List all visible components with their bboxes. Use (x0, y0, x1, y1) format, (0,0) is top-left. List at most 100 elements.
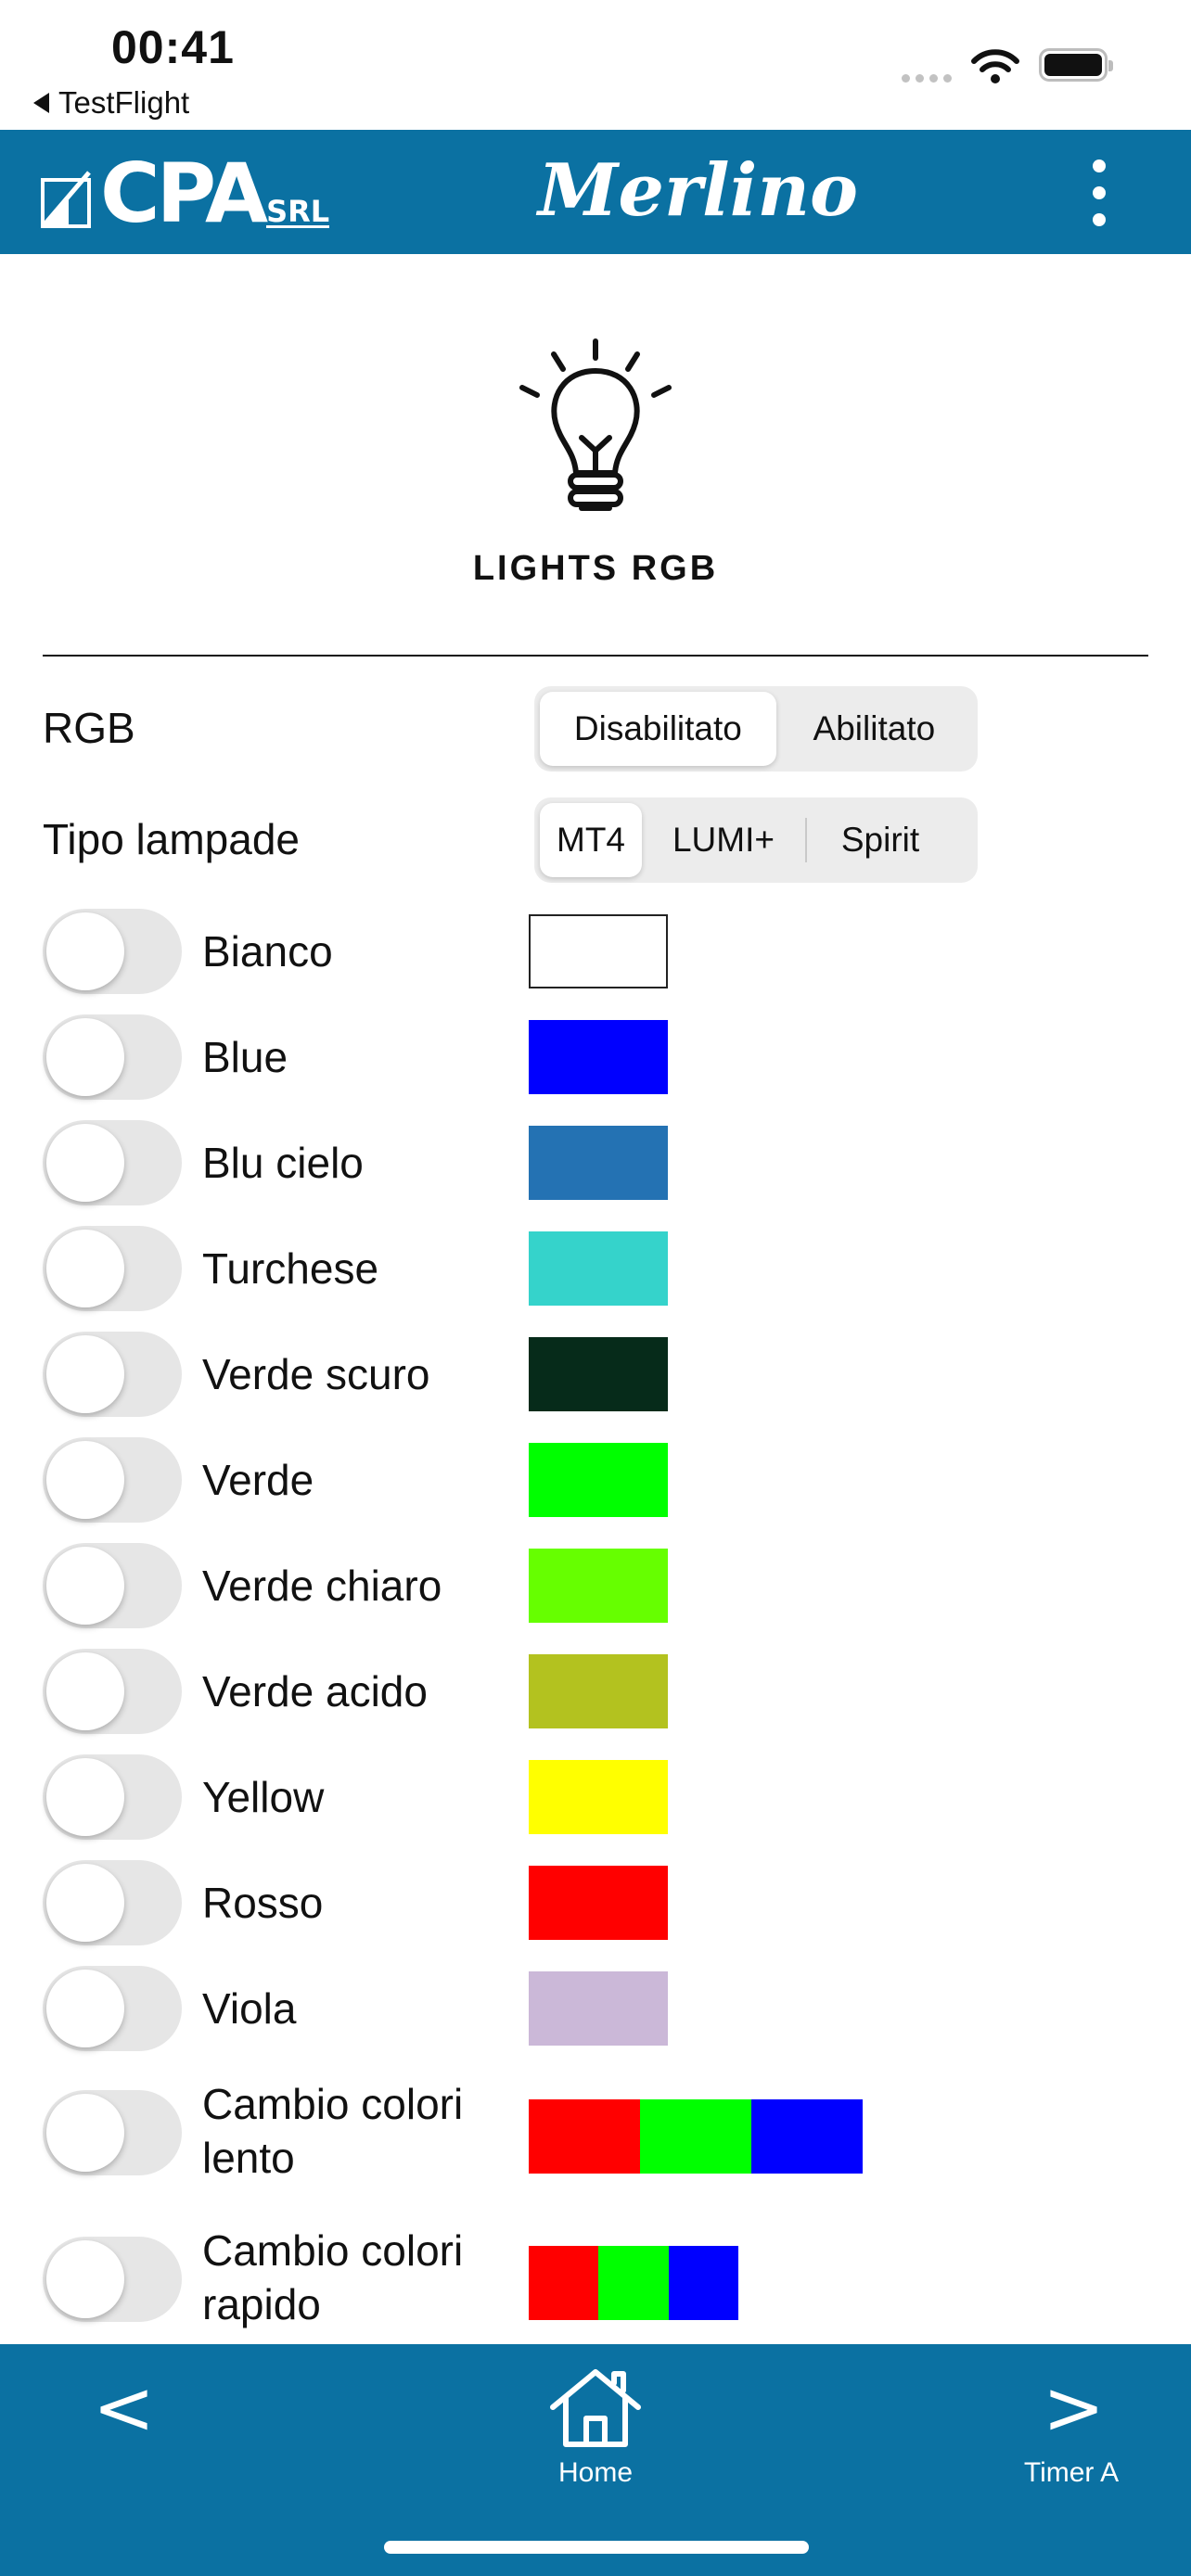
color-name: Blue (202, 1033, 288, 1081)
company-logo-suffix: SRL (266, 194, 330, 229)
lamp-type-label: Tipo lampade (43, 815, 301, 863)
color-name: Cambio colori lento (202, 2080, 464, 2182)
toggle-knob (46, 1230, 124, 1307)
swatch-segment (531, 916, 666, 987)
rgb-option-disabled[interactable]: Disabilitato (540, 692, 776, 766)
color-name: Cambio colori rapido (202, 2226, 464, 2328)
home-indicator (384, 2541, 809, 2554)
cellular-signal-icon (902, 74, 952, 83)
toggle-switch[interactable] (43, 1014, 182, 1100)
color-name: Viola (202, 1984, 297, 2033)
battery-icon (1039, 48, 1113, 82)
color-name: Blu cielo (202, 1139, 364, 1187)
color-swatch (529, 914, 668, 988)
color-swatch (529, 1337, 668, 1411)
kebab-menu-icon[interactable] (1085, 159, 1113, 226)
toggle-switch[interactable] (43, 1754, 182, 1840)
swatch-segment (529, 1020, 668, 1094)
back-triangle-icon (33, 93, 49, 113)
swatch-segment (598, 2246, 669, 2320)
toggle-knob (46, 1018, 124, 1096)
color-swatch (529, 1126, 668, 1200)
toggle-switch[interactable] (43, 1437, 182, 1523)
color-swatch (529, 2099, 863, 2174)
app-name: Merlino (538, 148, 859, 233)
lamp-type-segmented-control: MT4 LUMI+ Spirit (534, 797, 978, 883)
rgb-label: RGB (43, 704, 135, 752)
toggle-switch[interactable] (43, 1332, 182, 1417)
app-header: CPA SRL Merlino (0, 130, 1191, 254)
lamp-option-lumi[interactable]: LUMI+ (642, 803, 805, 877)
color-name: Rosso (202, 1879, 324, 1927)
toggle-knob (46, 1441, 124, 1519)
toggle-knob (46, 1124, 124, 1202)
swatch-segment (529, 2099, 640, 2174)
color-swatch (529, 2246, 738, 2320)
toggle-knob (46, 1335, 124, 1413)
color-swatch (529, 1443, 668, 1517)
toggle-switch[interactable] (43, 909, 182, 994)
toggle-switch[interactable] (43, 1860, 182, 1945)
color-swatch (529, 1231, 668, 1306)
next-button[interactable]: > (1043, 2366, 1105, 2450)
rgb-option-enabled[interactable]: Abilitato (776, 692, 972, 766)
previous-button[interactable]: < (93, 2366, 155, 2450)
color-name: Verde scuro (202, 1350, 430, 1398)
swatch-segment (529, 1866, 668, 1940)
toggle-switch[interactable] (43, 1226, 182, 1311)
logo-mark-icon (41, 171, 91, 228)
color-name: Verde acido (202, 1667, 428, 1715)
color-swatch (529, 1760, 668, 1834)
color-swatch (529, 1971, 668, 2046)
back-app-label: TestFlight (58, 85, 190, 120)
color-swatch (529, 1549, 668, 1623)
back-to-app-link[interactable]: TestFlight (33, 85, 189, 121)
rgb-segmented-control: Disabilitato Abilitato (534, 686, 978, 772)
toggle-switch[interactable] (43, 2237, 182, 2322)
next-caption[interactable]: Timer A (992, 2457, 1150, 2489)
home-icon[interactable] (540, 2363, 651, 2452)
toggle-knob (46, 1864, 124, 1942)
color-swatch (529, 1654, 668, 1728)
swatch-segment (529, 1971, 668, 2046)
swatch-segment (529, 1337, 668, 1411)
color-swatch (529, 1020, 668, 1094)
swatch-segment (751, 2099, 863, 2174)
color-name: Verde (202, 1456, 314, 1504)
light-bulb-icon (519, 338, 672, 511)
lamp-option-mt4[interactable]: MT4 (540, 803, 642, 877)
toggle-switch[interactable] (43, 2090, 182, 2175)
swatch-segment (669, 2246, 738, 2320)
status-bar: 00:41 TestFlight (0, 0, 1191, 130)
page-title: LIGHTS RGB (472, 549, 719, 588)
swatch-segment (529, 1443, 668, 1517)
wifi-icon (971, 49, 1019, 83)
swatch-segment (529, 2246, 598, 2320)
toggle-knob (46, 2094, 124, 2172)
toggle-knob (46, 1652, 124, 1730)
color-name: Yellow (202, 1773, 325, 1821)
toggle-switch[interactable] (43, 1120, 182, 1205)
status-time: 00:41 (111, 21, 235, 73)
toggle-switch[interactable] (43, 1966, 182, 2051)
color-swatch (529, 1866, 668, 1940)
color-name: Bianco (202, 927, 333, 976)
divider (43, 655, 1148, 657)
toggle-switch[interactable] (43, 1649, 182, 1734)
toggle-knob (46, 1547, 124, 1625)
swatch-segment (529, 1231, 668, 1306)
swatch-segment (529, 1760, 668, 1834)
toggle-knob (46, 2240, 124, 2318)
color-name: Turchese (202, 1244, 379, 1293)
toggle-knob (46, 912, 124, 990)
toggle-switch[interactable] (43, 1543, 182, 1628)
toggle-knob (46, 1758, 124, 1836)
swatch-segment (529, 1549, 668, 1623)
home-label[interactable]: Home (519, 2457, 672, 2489)
swatch-segment (529, 1126, 668, 1200)
lamp-option-spirit[interactable]: Spirit (807, 803, 954, 877)
swatch-segment (640, 2099, 751, 2174)
page-hero: LIGHTS RGB (0, 334, 1191, 589)
company-logo-text: CPA (100, 146, 268, 241)
company-logo: CPA SRL (41, 146, 330, 241)
